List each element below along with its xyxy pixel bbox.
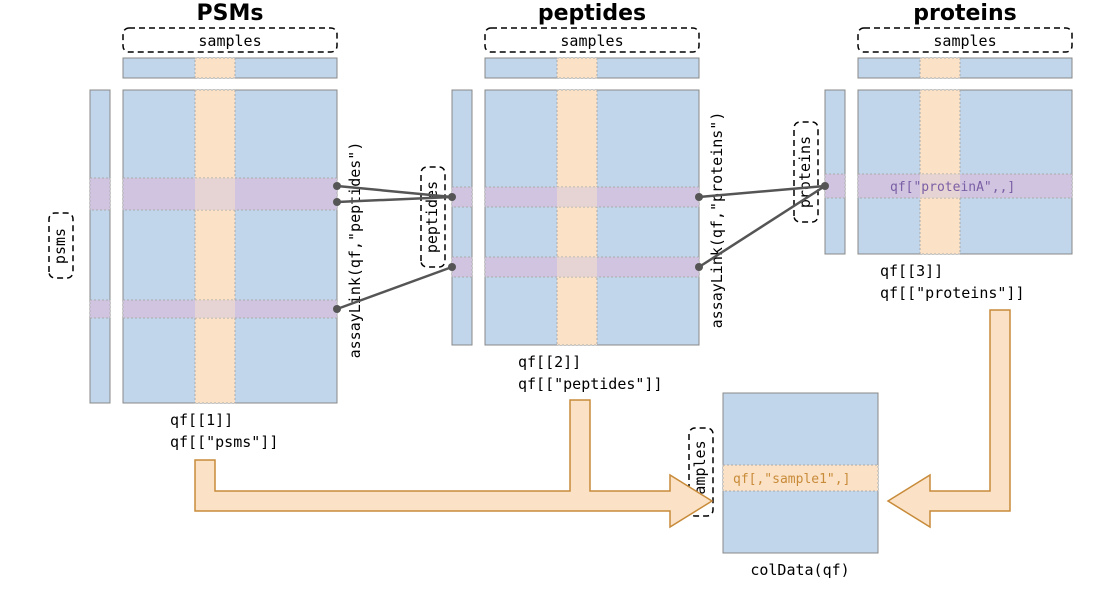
coldata-block: samples qf[,"sample1",] colData(qf)	[689, 393, 878, 579]
proteins-title: proteins	[913, 1, 1016, 26]
peptides-acc-2: qf[["peptides"]]	[518, 375, 663, 393]
psms-samples-label: samples	[198, 32, 261, 50]
proteins-rowlabel: proteins	[796, 136, 814, 208]
sample1-inset: qf[,"sample1",]	[733, 472, 850, 487]
peptides-rowlabel: peptides	[423, 181, 441, 253]
link-label-proteins: assayLink(qf,"proteins")	[708, 112, 726, 329]
proteins-col-strip	[858, 58, 1072, 78]
proteins-matrix	[858, 90, 1072, 254]
psms-title: PSMs	[197, 1, 264, 26]
arrow-right	[888, 310, 1010, 527]
proteins-row-strip	[825, 90, 845, 254]
peptides-block: peptides samples peptides qf[[2]] qf[["p…	[421, 1, 699, 393]
diagram-root: PSMs samples psms qf[[1]] qf[["psms"]] a…	[0, 0, 1093, 589]
peptides-acc-1: qf[[2]]	[518, 353, 581, 371]
proteins-acc-1: qf[[3]]	[880, 262, 943, 280]
proteinA-inset: qf["proteinA",,]	[890, 180, 1015, 195]
peptides-title: peptides	[538, 1, 646, 26]
psms-block: PSMs samples psms qf[[1]] qf[["psms"]]	[49, 1, 337, 451]
proteins-acc-2: qf[["proteins"]]	[880, 284, 1025, 302]
peptides-row-strip	[452, 90, 472, 345]
proteins-block: proteins samples proteins qf["proteinA",…	[794, 1, 1072, 302]
psms-acc-2: qf[["psms"]]	[170, 433, 278, 451]
psms-acc-1: qf[[1]]	[170, 411, 233, 429]
arrow-left	[195, 400, 712, 527]
psms-rowlabel: psms	[51, 228, 69, 264]
peptides-samples-label: samples	[560, 32, 623, 50]
psms-row-strip	[90, 90, 110, 403]
coldata-label: colData(qf)	[750, 561, 849, 579]
proteins-samples-label: samples	[933, 32, 996, 50]
link-label-peptides: assayLink(qf,"peptides")	[346, 142, 364, 359]
